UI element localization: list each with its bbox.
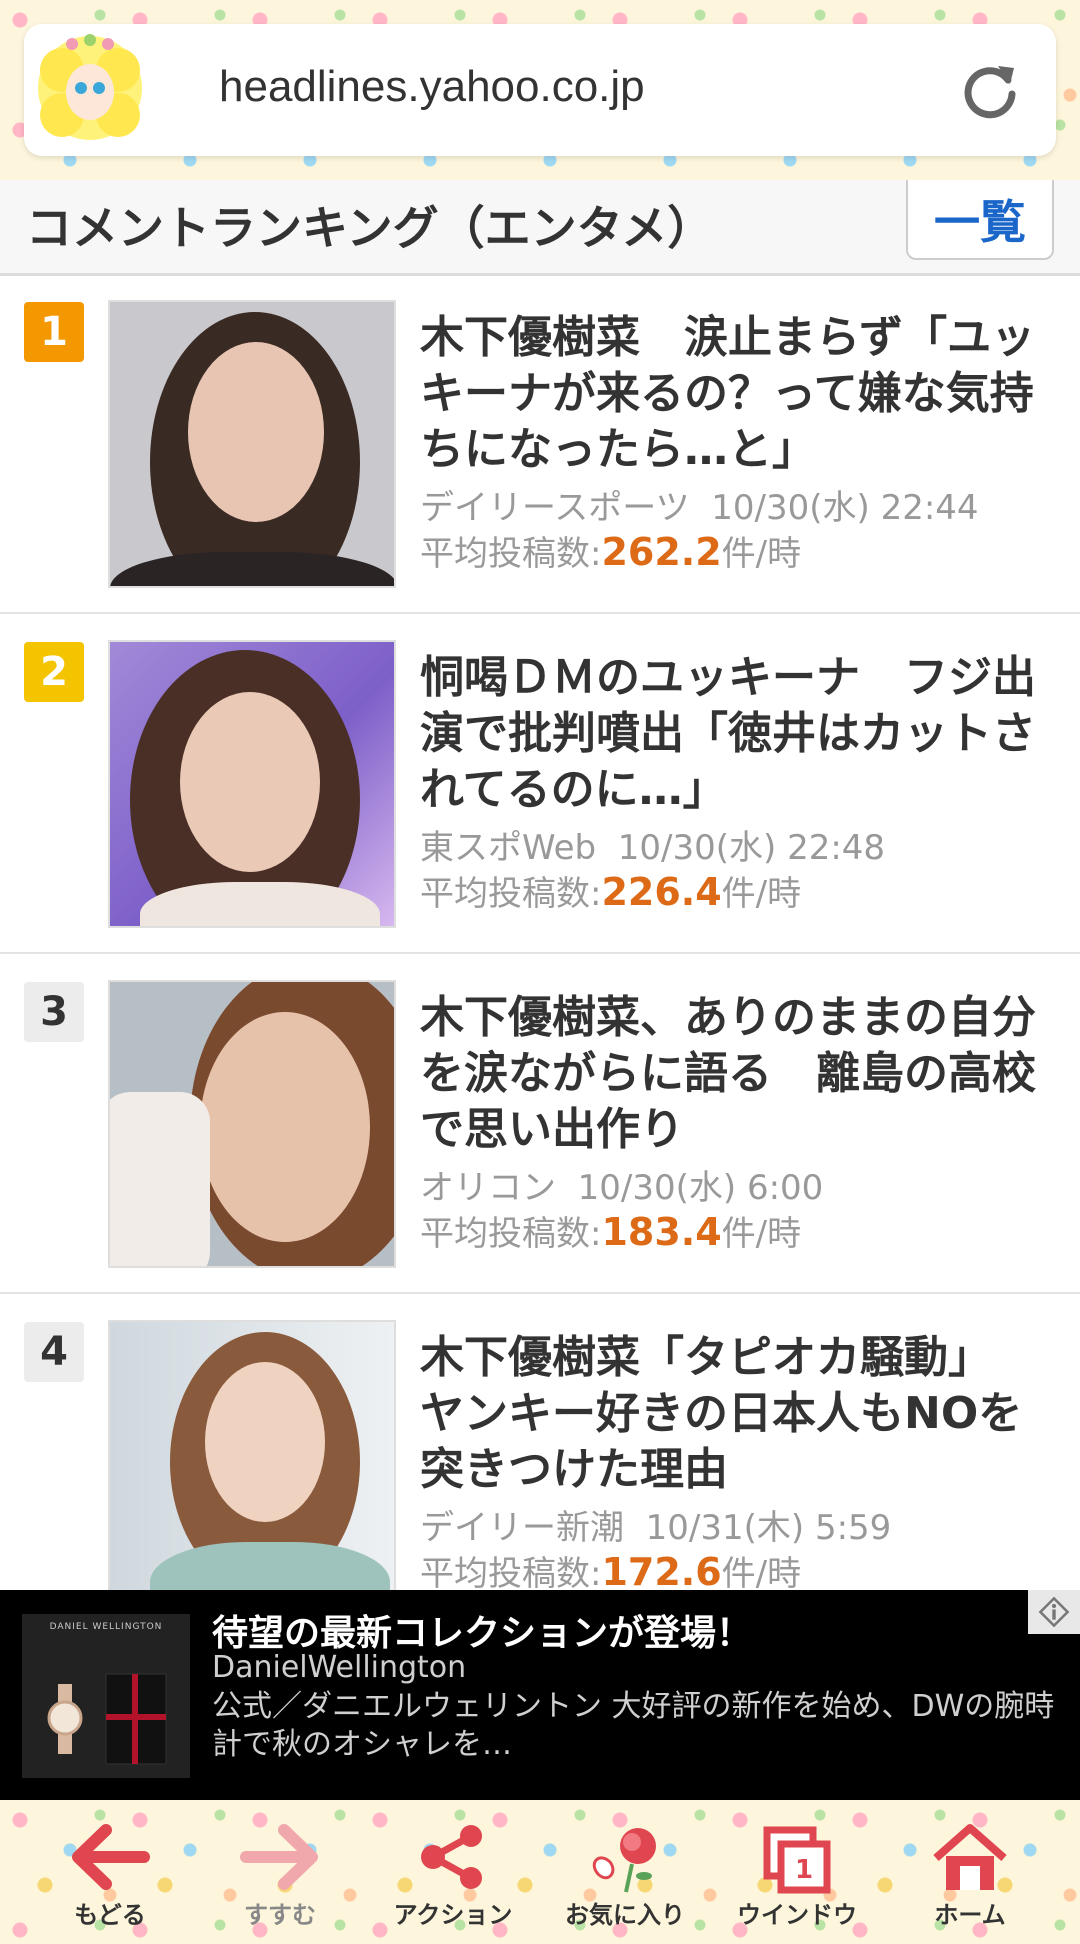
action-button[interactable]: アクション [368,1800,538,1944]
stat-unit: 件/時 [721,1214,802,1254]
stat-label: 平均投稿数: [420,534,602,574]
window-count: 1 [795,1855,813,1885]
article-thumbnail[interactable] [108,980,396,1268]
avg-posts: 平均投稿数:183.4件/時 [420,1206,801,1255]
watch-icon [47,1673,167,1765]
back-button[interactable]: もどる [25,1800,195,1944]
home-icon [933,1824,1007,1890]
rank-badge: 1 [24,302,84,362]
avg-posts: 平均投稿数:226.4件/時 [420,866,801,915]
timestamp: 10/31(木) 5:59 [645,1508,892,1548]
source-time: 東スポWeb 10/30(水) 22:48 [420,820,885,869]
favorites-label: お気に入り [565,1901,685,1929]
stat-value: 262.2 [601,530,722,574]
forward-arrow-icon [240,1824,318,1890]
ranking-item-4[interactable]: 4 木下優樹菜「タピオカ騒動」 ヤンキー好きの日本人もNOを突きつけた理由 デイ… [0,1296,1080,1634]
window-button[interactable]: 1 ウインドウ [712,1800,882,1944]
rank-badge: 4 [24,1322,84,1382]
article-thumbnail[interactable] [108,1320,396,1608]
rank-badge: 2 [24,642,84,702]
section-title: コメントランキング（エンタメ） [26,201,714,255]
stat-label: 平均投稿数: [420,1554,602,1594]
ad-brand: DanielWellington [212,1650,467,1685]
favorites-button[interactable]: お気に入り [540,1800,710,1944]
stat-value: 172.6 [601,1550,722,1594]
ad-banner[interactable]: DANIEL WELLINGTON 待望の最新コレクションが登場！ Daniel… [0,1590,1080,1800]
headline[interactable]: 恫喝ＤＭのユッキーナ フジ出演で批判噴出「徳井はカットされてるのに…」 [420,650,1050,818]
source-time: デイリースポーツ 10/30(水) 22:44 [420,480,979,529]
article-thumbnail[interactable] [108,640,396,928]
headline[interactable]: 木下優樹菜「タピオカ騒動」 ヤンキー好きの日本人もNOを突きつけた理由 [420,1330,1050,1498]
stat-value: 226.4 [601,870,722,914]
rank-badge: 3 [24,982,84,1042]
source: 東スポWeb [420,828,597,868]
ad-thumbnail[interactable]: DANIEL WELLINGTON [22,1614,190,1778]
stat-unit: 件/時 [721,1554,802,1594]
ad-title[interactable]: 待望の最新コレクションが登場！ [212,1604,752,1656]
source: デイリースポーツ [420,488,690,528]
source-time: オリコン 10/30(水) 6:00 [420,1160,823,1209]
avg-posts: 平均投稿数:262.2件/時 [420,526,801,575]
share-icon [421,1825,482,1889]
forward-label: すすむ [244,1901,316,1929]
source-time: デイリー新潮 10/31(木) 5:59 [420,1500,891,1549]
ranking-item-2[interactable]: 2 恫喝ＤＭのユッキーナ フジ出演で批判噴出「徳井はカットされてるのに…」 東ス… [0,616,1080,954]
back-label: もどる [74,1901,146,1929]
timestamp: 10/30(水) 6:00 [577,1168,824,1208]
character-avatar-icon[interactable] [32,30,148,150]
url-bar[interactable]: headlines.yahoo.co.jp [24,24,1056,156]
ad-info-icon[interactable] [1028,1590,1080,1634]
ranking-item-3[interactable]: 3 木下優樹菜、ありのままの自分を涙ながらに語る 離島の高校で思い出作り オリコ… [0,956,1080,1294]
headline[interactable]: 木下優樹菜 涙止まらず「ユッキーナが来るの？って嫌な気持ちになったら…と」 [420,310,1050,478]
source: デイリー新潮 [420,1508,624,1548]
list-button[interactable]: 一覧 [906,180,1054,260]
timestamp: 10/30(水) 22:48 [617,828,886,868]
stat-label: 平均投稿数: [420,1214,602,1254]
ranking-item-1[interactable]: 1 木下優樹菜 涙止まらず「ユッキーナが来るの？って嫌な気持ちになったら…と」 … [0,276,1080,614]
forward-button[interactable]: すすむ [195,1800,365,1944]
action-label: アクション [393,1901,513,1929]
source: オリコン [420,1168,556,1208]
home-label: ホーム [934,1901,1006,1929]
timestamp: 10/30(水) 22:44 [711,488,979,528]
back-arrow-icon [72,1824,150,1890]
home-button[interactable]: ホーム [885,1800,1055,1944]
window-icon: 1 [763,1826,831,1894]
bottom-navigation: もどる すすむ アクション お気に入り 1 ウインドウ ホーム [0,1800,1080,1944]
stat-label: 平均投稿数: [420,874,602,914]
avg-posts: 平均投稿数:172.6件/時 [420,1546,801,1595]
headline[interactable]: 木下優樹菜、ありのままの自分を涙ながらに語る 離島の高校で思い出作り [420,990,1050,1158]
article-thumbnail[interactable] [108,300,396,588]
browser-top-bar: headlines.yahoo.co.jp [0,0,1080,180]
rose-icon [592,1828,656,1893]
url-text[interactable]: headlines.yahoo.co.jp [219,62,645,112]
window-label: ウインドウ [737,1901,857,1929]
ad-description: 公式／ダニエルウェリントン 大好評の新作を始め、DWの腕時計で秋のオシャレを… [212,1689,1055,1762]
stat-value: 183.4 [601,1210,722,1254]
section-header: コメントランキング（エンタメ） 一覧 [0,180,1080,276]
stat-unit: 件/時 [721,874,802,914]
reload-icon[interactable] [958,58,1022,122]
stat-unit: 件/時 [721,534,802,574]
